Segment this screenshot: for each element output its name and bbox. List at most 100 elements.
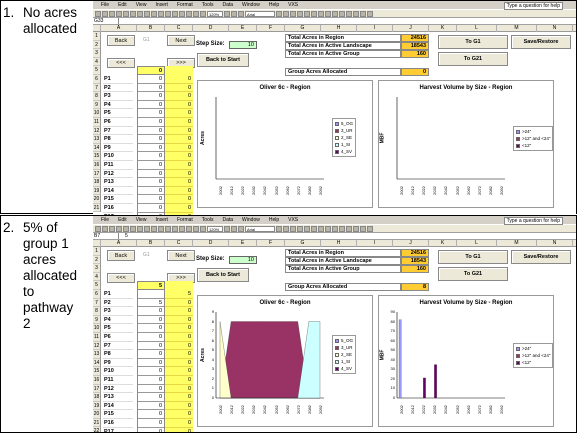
column-header-cell[interactable]: E — [229, 25, 257, 32]
column-header-cell[interactable]: G — [285, 25, 321, 32]
font-box[interactable]: Arial — [245, 225, 275, 232]
help-box[interactable]: Type a question for help — [503, 217, 563, 225]
row-header-cell[interactable]: 21 — [93, 204, 100, 213]
toolbar-button-icon[interactable] — [332, 10, 338, 17]
allocation-input-cell[interactable]: 0 — [138, 324, 164, 333]
toolbar-button-icon[interactable] — [290, 225, 296, 232]
region-chart[interactable]: Oliver 6c - Region Acres 0 1 2 3 4 5 6 7 8 9 2002 201… — [197, 295, 373, 427]
toolbar-button-icon[interactable] — [130, 10, 136, 17]
column-header-cell[interactable]: F — [257, 240, 285, 247]
toolbar-button-icon[interactable] — [304, 225, 310, 232]
toolbar-button-icon[interactable] — [332, 225, 338, 232]
column-header-cell[interactable]: A — [101, 25, 137, 32]
toolbar-button-icon[interactable] — [339, 225, 345, 232]
column-header-cell[interactable]: M — [497, 25, 537, 32]
allocation-input-cell[interactable] — [138, 290, 164, 299]
toolbar-button-icon[interactable] — [137, 225, 143, 232]
toolbar-button-icon[interactable] — [325, 10, 331, 17]
row-header-cell[interactable]: 20 — [93, 410, 100, 419]
row-header-cell[interactable]: 5 — [93, 66, 100, 75]
toolbar-button-icon[interactable] — [290, 10, 296, 17]
toolbar-button-icon[interactable] — [367, 225, 373, 232]
allocation-input-cell[interactable]: 0 — [138, 118, 164, 127]
back-to-start-button[interactable]: Back to Start — [197, 53, 249, 67]
allocation-input-cell[interactable]: 0 — [138, 385, 164, 394]
column-header-cell[interactable]: H — [321, 240, 357, 247]
zoom-box[interactable]: 120% — [207, 225, 223, 232]
b5-cell[interactable]: 5 — [137, 281, 165, 290]
allocation-input-cell[interactable]: 0 — [138, 307, 164, 316]
row-header-cell[interactable]: 3 — [93, 264, 100, 273]
harvest-chart-legend[interactable]: >24" >12" and <24" <12" — [513, 126, 554, 151]
allocation-input-cell[interactable]: 0 — [138, 135, 164, 144]
toolbar-button-icon[interactable] — [102, 10, 108, 17]
allocation-input-cell[interactable]: 0 — [138, 367, 164, 376]
row-header-cell[interactable]: 19 — [93, 187, 100, 196]
allocation-input-cell[interactable]: 0 — [138, 410, 164, 419]
toolbar-button-icon[interactable] — [311, 225, 317, 232]
allocation-input-cell[interactable]: 0 — [138, 402, 164, 411]
row-header-cell[interactable]: 21 — [93, 419, 100, 428]
menu-item[interactable]: Insert — [155, 217, 168, 223]
allocation-input-cell[interactable]: 0 — [138, 393, 164, 402]
toolbar-button-icon[interactable] — [95, 10, 101, 17]
zoom-box[interactable]: 120% — [207, 10, 223, 17]
toolbar-button-icon[interactable] — [297, 225, 303, 232]
to-g1-button[interactable]: To G1 — [438, 250, 508, 264]
row-header-cell[interactable]: 4 — [93, 273, 100, 282]
allocation-input-cell[interactable]: 0 — [138, 178, 164, 187]
row-header-cell[interactable]: 1 — [93, 32, 100, 41]
allocation-input-cell[interactable]: 0 — [138, 359, 164, 368]
row-header-cell[interactable]: 6 — [93, 75, 100, 84]
allocation-input-cell[interactable]: 0 — [138, 342, 164, 351]
previous-page-button[interactable]: <<< — [107, 57, 135, 68]
harvest-chart[interactable]: Harvest Volume by Size - Region MBF 2002 20… — [378, 80, 554, 208]
toolbar-button-icon[interactable] — [276, 225, 282, 232]
row-header-cell[interactable]: 15 — [93, 152, 100, 161]
toolbar-button-icon[interactable] — [224, 10, 230, 17]
menu-item[interactable]: View — [136, 2, 147, 8]
column-header-cell[interactable]: L — [457, 25, 497, 32]
allocation-input-cell[interactable]: 0 — [138, 144, 164, 153]
toolbar-button-icon[interactable] — [283, 225, 289, 232]
row-header-cell[interactable]: 14 — [93, 359, 100, 368]
menu-item[interactable]: Insert — [155, 2, 168, 8]
row-header-cell[interactable]: 6 — [93, 290, 100, 299]
row-header-cell[interactable]: 3 — [93, 49, 100, 58]
column-header-cell[interactable]: A — [101, 240, 137, 247]
toolbar-button-icon[interactable] — [224, 225, 230, 232]
toolbar-button-icon[interactable] — [109, 10, 115, 17]
back-button[interactable]: Back — [107, 250, 135, 261]
column-header-cell[interactable]: C — [165, 25, 193, 32]
harvest-chart-legend[interactable]: >24" >12" and <24" <12" — [513, 343, 554, 368]
column-header-cell[interactable]: K — [429, 25, 457, 32]
allocation-input-cell[interactable]: 0 — [138, 333, 164, 342]
column-header-cell[interactable]: N — [537, 25, 573, 32]
menu-item[interactable]: Window — [242, 217, 260, 223]
to-g21-button[interactable]: To G21 — [438, 52, 508, 66]
allocation-input-cell[interactable]: 0 — [138, 204, 164, 213]
toolbar-button-icon[interactable] — [318, 10, 324, 17]
row-header-cell[interactable]: 9 — [93, 101, 100, 110]
column-header-cell[interactable]: B — [137, 25, 165, 32]
row-header-cell[interactable]: 16 — [93, 376, 100, 385]
toolbar-button-icon[interactable] — [193, 225, 199, 232]
toolbar-button-icon[interactable] — [123, 225, 129, 232]
row-header-cell[interactable]: 8 — [93, 307, 100, 316]
toolbar-button-icon[interactable] — [231, 10, 237, 17]
allocation-input-cell[interactable]: 0 — [138, 92, 164, 101]
previous-page-button[interactable]: <<< — [107, 272, 135, 283]
allocation-input-cell[interactable]: 0 — [138, 84, 164, 93]
toolbar-button-icon[interactable] — [346, 10, 352, 17]
row-header-cell[interactable]: 7 — [93, 84, 100, 93]
column-header-cell[interactable]: I — [357, 25, 393, 32]
toolbar-button-icon[interactable] — [186, 225, 192, 232]
name-box[interactable]: B7 — [93, 233, 119, 239]
save-restore-button[interactable]: Save/Restore — [511, 35, 571, 49]
toolbar-button-icon[interactable] — [144, 225, 150, 232]
menu-item[interactable]: Tools — [202, 2, 214, 8]
menu-item[interactable]: VXS — [288, 2, 298, 8]
column-header-cell[interactable]: E — [229, 240, 257, 247]
allocation-input-cell[interactable]: 0 — [138, 350, 164, 359]
toolbar-button-icon[interactable] — [172, 225, 178, 232]
